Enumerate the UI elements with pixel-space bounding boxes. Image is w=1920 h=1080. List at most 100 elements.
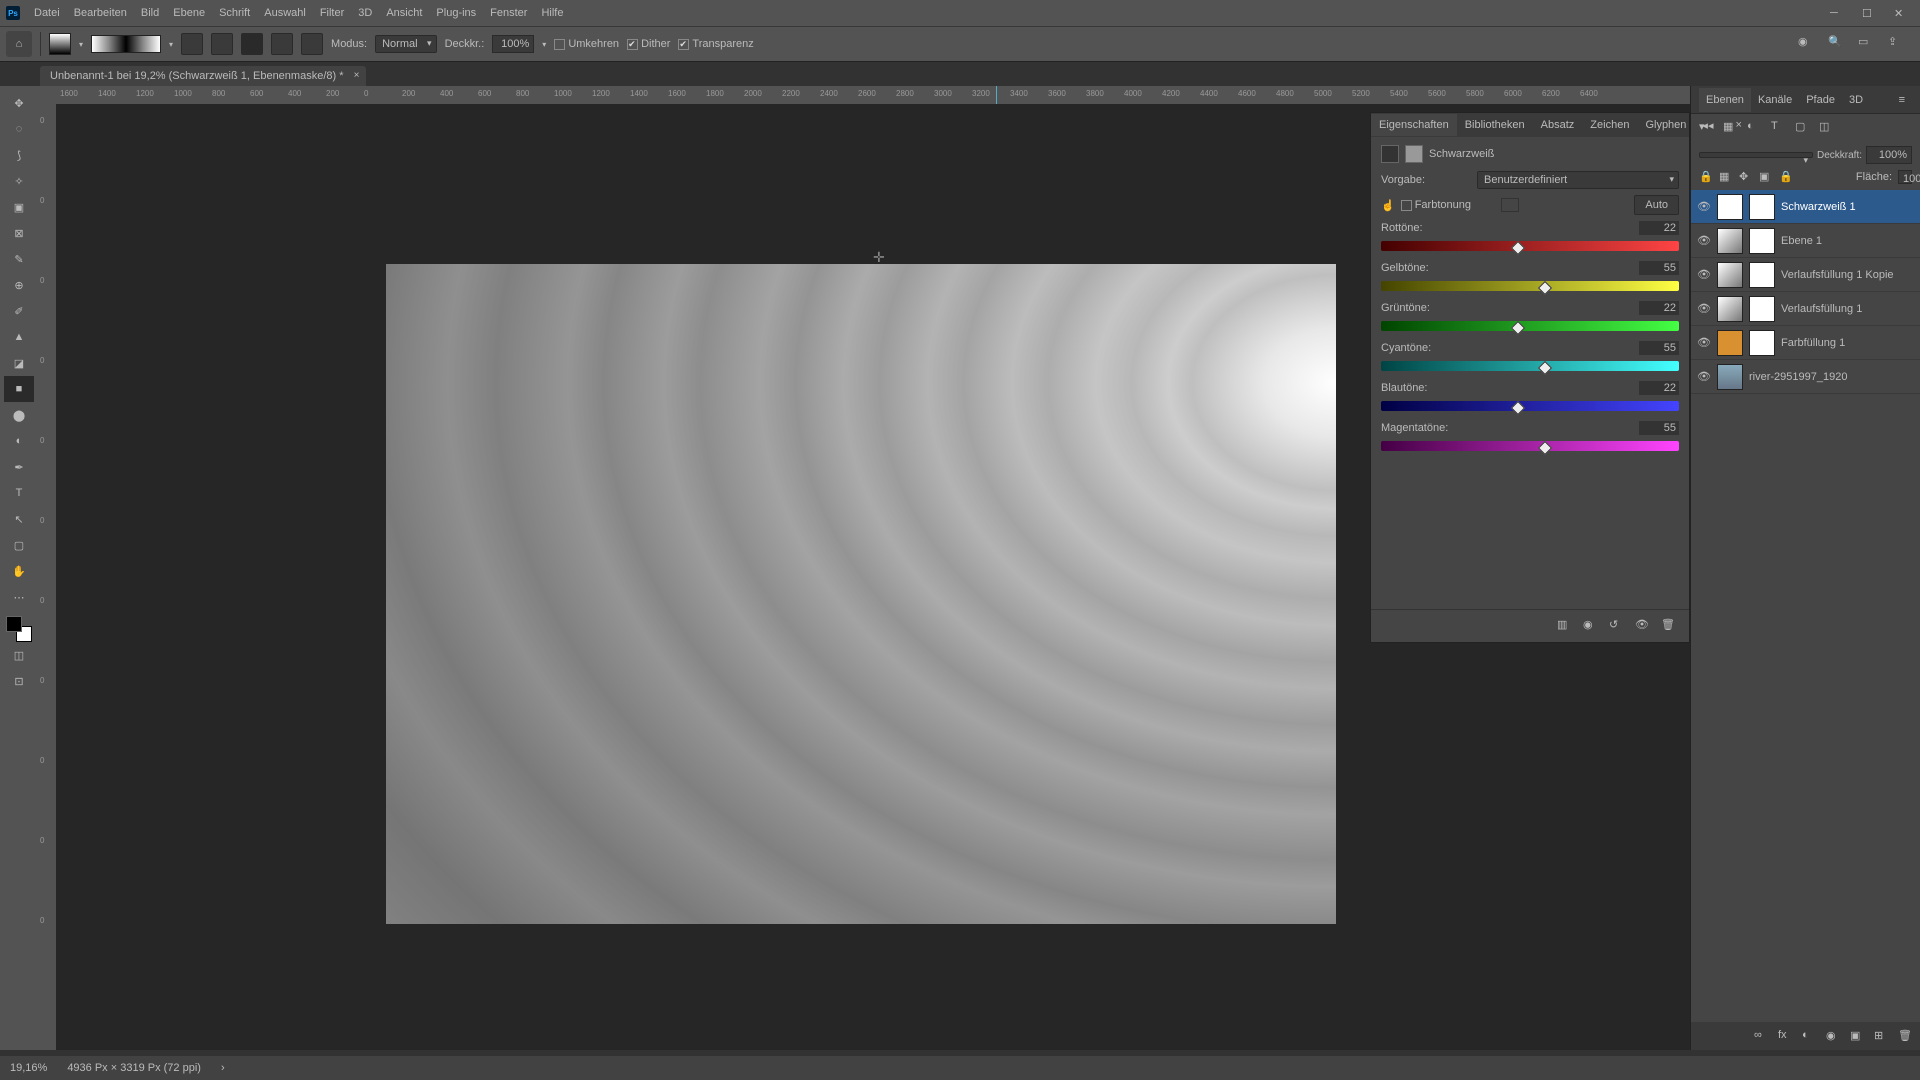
layer-name[interactable]: river-2951997_1920 xyxy=(1749,371,1847,383)
radial-gradient-icon[interactable] xyxy=(211,33,233,55)
trash-icon[interactable]: 🗑 xyxy=(1661,618,1677,634)
visibility-icon[interactable]: 👁 xyxy=(1697,302,1711,316)
menu-item[interactable]: Hilfe xyxy=(541,7,563,19)
move-tool[interactable]: ✥ xyxy=(4,90,34,116)
slider-value[interactable]: 55 xyxy=(1639,341,1679,355)
color-slider[interactable] xyxy=(1381,281,1679,291)
lock-nest-icon[interactable]: ▣ xyxy=(1759,170,1773,184)
hand-tool[interactable]: ✋ xyxy=(4,558,34,584)
slider-handle[interactable] xyxy=(1538,361,1552,375)
workspace-icon[interactable]: ▭ xyxy=(1858,35,1876,53)
slider-value[interactable]: 55 xyxy=(1639,421,1679,435)
artboard[interactable] xyxy=(386,264,1336,924)
eraser-tool[interactable]: ◪ xyxy=(4,350,34,376)
reflected-gradient-icon[interactable] xyxy=(271,33,293,55)
color-slider[interactable] xyxy=(1381,361,1679,371)
lock-pixel-icon[interactable]: ▦ xyxy=(1719,170,1733,184)
preset-dropdown[interactable]: Benutzerdefiniert xyxy=(1477,171,1679,189)
home-button[interactable]: ⌂ xyxy=(6,31,32,57)
menu-item[interactable]: Fenster xyxy=(490,7,527,19)
visibility-icon[interactable]: 👁 xyxy=(1697,200,1711,214)
shape-tool[interactable]: ▢ xyxy=(4,532,34,558)
menu-item[interactable]: Plug-ins xyxy=(436,7,476,19)
quickmask-tool[interactable]: ◫ xyxy=(4,642,34,668)
marquee-tool[interactable]: ◌ xyxy=(4,116,34,142)
visibility-icon[interactable]: 👁 xyxy=(1697,234,1711,248)
layer-name[interactable]: Verlaufsfüllung 1 xyxy=(1781,303,1862,315)
panel-menu-icon[interactable]: ≡ xyxy=(1892,94,1912,106)
slider-handle[interactable] xyxy=(1538,281,1552,295)
fx-icon[interactable]: fx xyxy=(1778,1029,1792,1043)
path-tool[interactable]: ↖ xyxy=(4,506,34,532)
menu-item[interactable]: Schrift xyxy=(219,7,250,19)
layer-thumb[interactable] xyxy=(1717,262,1743,288)
menu-item[interactable]: 3D xyxy=(358,7,372,19)
tab-eigenschaften[interactable]: Eigenschaften xyxy=(1371,114,1457,136)
document-tab[interactable]: Unbenannt-1 bei 19,2% (Schwarzweiß 1, Eb… xyxy=(40,66,366,86)
slider-handle[interactable] xyxy=(1511,321,1525,335)
view-previous-icon[interactable]: ◉ xyxy=(1583,618,1599,634)
layer-row[interactable]: 👁Ebene 1 xyxy=(1691,224,1920,258)
share-icon[interactable]: ⇪ xyxy=(1888,35,1906,53)
filter-text-icon[interactable]: T xyxy=(1771,120,1787,136)
heal-tool[interactable]: ⊕ xyxy=(4,272,34,298)
wand-tool[interactable]: ✧ xyxy=(4,168,34,194)
filter-smart-icon[interactable]: ◫ xyxy=(1819,120,1835,136)
expand-icon[interactable]: › xyxy=(221,1062,225,1074)
menu-item[interactable]: Filter xyxy=(320,7,344,19)
layer-row[interactable]: 👁 Verlaufsfüllung 1 xyxy=(1691,292,1920,326)
hand-sampler-icon[interactable]: ☝ xyxy=(1381,199,1395,212)
tab-kanaele[interactable]: Kanäle xyxy=(1751,94,1799,106)
opacity-field[interactable]: 100% xyxy=(1866,146,1912,164)
frame-tool[interactable]: ⊠ xyxy=(4,220,34,246)
slider-value[interactable]: 22 xyxy=(1639,221,1679,235)
layer-row[interactable]: 👁Verlaufsfüllung 1 Kopie xyxy=(1691,258,1920,292)
diamond-gradient-icon[interactable] xyxy=(301,33,323,55)
trash-icon[interactable]: 🗑 xyxy=(1898,1029,1912,1043)
dodge-tool[interactable]: ◐ xyxy=(4,428,34,454)
maximize-icon[interactable]: ☐ xyxy=(1862,7,1874,19)
type-tool[interactable]: T xyxy=(4,480,34,506)
more-tool[interactable]: ⋯ xyxy=(4,584,34,610)
layer-name[interactable]: Verlaufsfüllung 1 Kopie xyxy=(1781,269,1894,281)
toggle-visibility-icon[interactable]: 👁 xyxy=(1635,618,1651,634)
auto-button[interactable]: Auto xyxy=(1634,195,1679,215)
layer-row[interactable]: 👁Schwarzweiß 1 xyxy=(1691,190,1920,224)
tab-bibliotheken[interactable]: Bibliotheken xyxy=(1457,114,1533,136)
layer-mask-thumb[interactable] xyxy=(1749,330,1775,356)
brush-tool[interactable]: ✐ xyxy=(4,298,34,324)
gradient-preview[interactable] xyxy=(91,35,161,53)
filter-shape-icon[interactable]: ▢ xyxy=(1795,120,1811,136)
crop-tool[interactable]: ▣ xyxy=(4,194,34,220)
fill-field[interactable]: 100% xyxy=(1898,170,1912,184)
reset-icon[interactable]: ↺ xyxy=(1609,618,1625,634)
color-slider[interactable] xyxy=(1381,241,1679,251)
opacity-field[interactable]: 100% xyxy=(492,35,534,53)
color-slider[interactable] xyxy=(1381,441,1679,451)
adjustment-icon[interactable]: ◉ xyxy=(1826,1029,1840,1043)
layer-mask-thumb[interactable] xyxy=(1749,194,1775,220)
slider-value[interactable]: 22 xyxy=(1639,381,1679,395)
lasso-tool[interactable]: ⟆ xyxy=(4,142,34,168)
gradient-swatch[interactable] xyxy=(49,33,71,55)
menu-item[interactable]: Bearbeiten xyxy=(74,7,127,19)
tint-swatch[interactable] xyxy=(1501,198,1519,212)
group-icon[interactable]: ▣ xyxy=(1850,1029,1864,1043)
slider-handle[interactable] xyxy=(1538,441,1552,455)
tab-3d[interactable]: 3D xyxy=(1842,94,1870,106)
reverse-checkbox[interactable]: Umkehren xyxy=(554,38,619,50)
layer-mask-thumb[interactable] xyxy=(1749,296,1775,322)
layer-row[interactable]: 👁 river-2951997_1920 xyxy=(1691,360,1920,394)
layer-mask-thumb[interactable] xyxy=(1749,262,1775,288)
tab-glyphen[interactable]: Glyphen xyxy=(1637,114,1694,136)
close-panel-icon[interactable]: × xyxy=(1727,114,1749,137)
screenmode-tool[interactable]: ⊡ xyxy=(4,668,34,694)
color-slider[interactable] xyxy=(1381,401,1679,411)
mask-icon[interactable]: ◐ xyxy=(1802,1029,1816,1043)
slider-value[interactable]: 55 xyxy=(1639,261,1679,275)
visibility-icon[interactable]: 👁 xyxy=(1697,370,1711,384)
tab-zeichen[interactable]: Zeichen xyxy=(1582,114,1637,136)
layer-row[interactable]: 👁Farbfüllung 1 xyxy=(1691,326,1920,360)
gradient-tool[interactable]: ■ xyxy=(4,376,34,402)
dither-checkbox[interactable]: Dither xyxy=(627,38,670,50)
